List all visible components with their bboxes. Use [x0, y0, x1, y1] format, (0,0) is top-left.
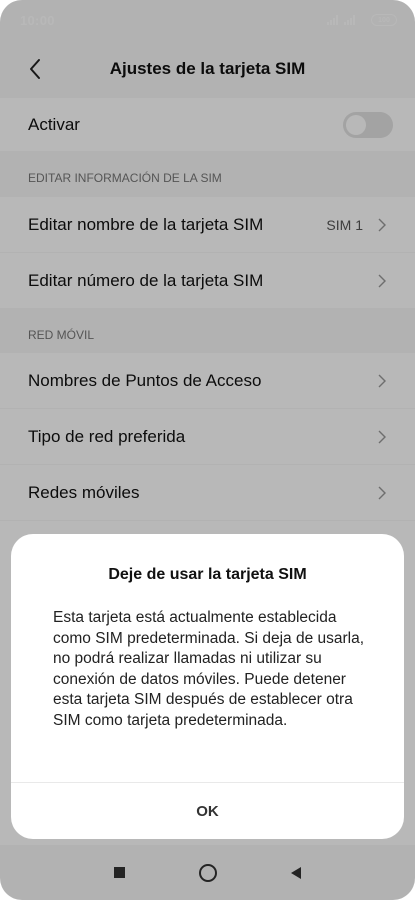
dialog-title: Deje de usar la tarjeta SIM [108, 566, 307, 583]
phone-screen: 10:00 100 Ajustes de la tarjeta SIM Acti… [0, 0, 415, 900]
dialog-message: Esta tarjeta está actualmente establecid… [53, 609, 365, 729]
ok-button[interactable]: OK [11, 783, 404, 839]
stop-sim-dialog: Deje de usar la tarjeta SIM Esta tarjeta… [11, 534, 404, 839]
